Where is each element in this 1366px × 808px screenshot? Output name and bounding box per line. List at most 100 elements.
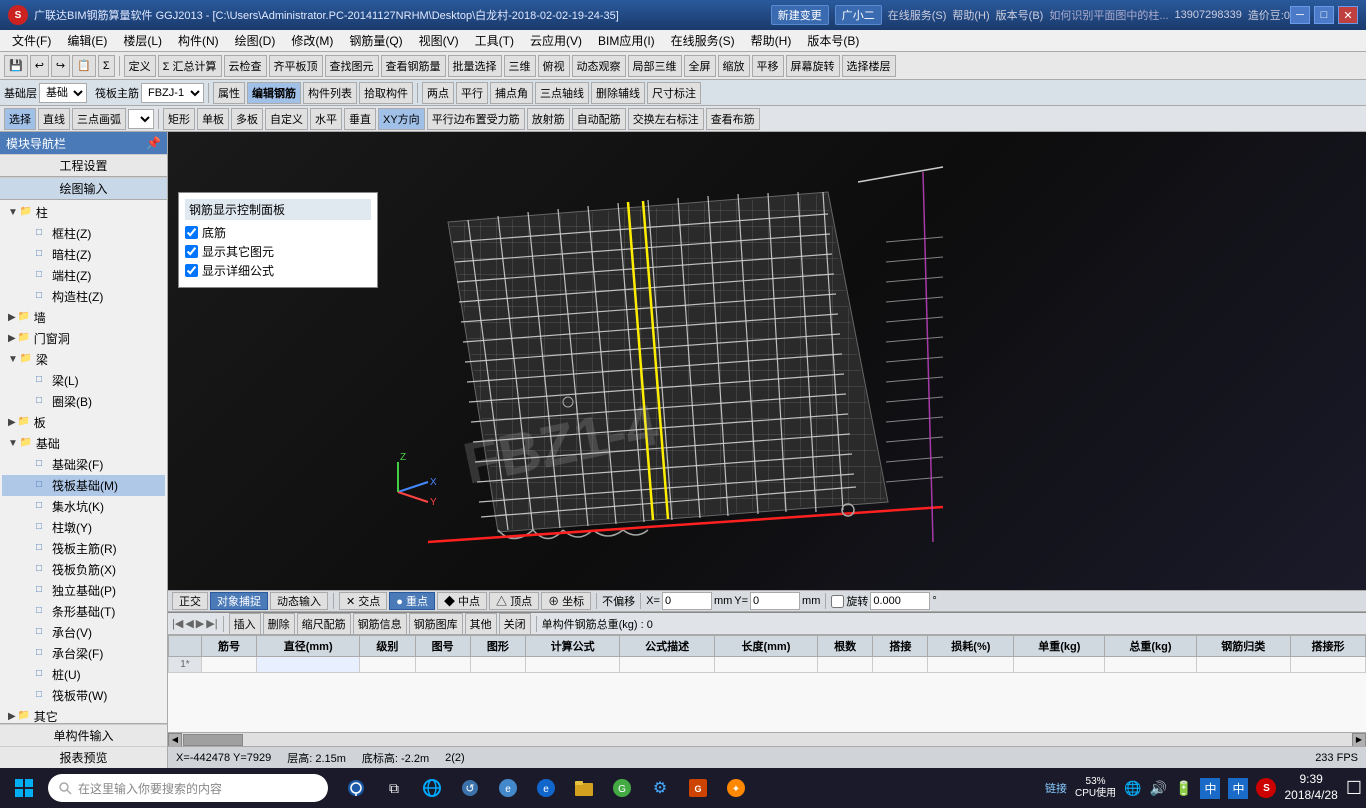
shape-btn-查看布筋[interactable]: 查看布筋 [706,108,760,130]
toolbar1-云检查[interactable]: 云检查 [224,55,267,77]
loss-cell[interactable] [928,657,1014,673]
bottom-rebar-checkbox[interactable] [185,226,198,239]
center-btn[interactable]: ◆ 中点 [437,592,487,610]
menu-item-BIM应用(I)[interactable]: BIM应用(I) [590,30,663,51]
shape-cell[interactable] [470,657,525,673]
expand-icon-door-window[interactable]: ▶ [8,333,16,344]
draw-tool-选择[interactable]: 选择 [4,108,36,130]
rotate-checkbox[interactable] [831,595,844,608]
tree-item-slab[interactable]: ▶📁板 [2,412,165,433]
menu-item-编辑(E)[interactable]: 编辑(E) [59,30,115,51]
shape-btn-自定义[interactable]: 自定义 [265,108,308,130]
other-btn[interactable]: 其他 [465,613,497,635]
category-cell[interactable] [1196,657,1290,673]
toolbar1-局部三维[interactable]: 局部三维 [628,55,682,77]
ie-btn[interactable] [416,772,448,804]
nav-prev[interactable]: ◀ [185,617,193,630]
shape-btn-矩形[interactable]: 矩形 [163,108,195,130]
tree-item-pile[interactable]: □桩(U) [2,664,165,685]
nav-next[interactable]: ▶ [196,617,204,630]
shape-btn-垂直[interactable]: 垂直 [344,108,376,130]
draw-tool-三点画弧[interactable]: 三点画弧 [72,108,126,130]
detail-formula-option[interactable]: 显示详细公式 [185,262,371,279]
recycle-btn[interactable]: ↺ [454,772,486,804]
expand-icon-beam[interactable]: ▼ [8,354,18,365]
chrome-btn[interactable]: e [492,772,524,804]
menu-item-绘图(D)[interactable]: 绘图(D) [227,30,284,51]
volume-icon[interactable]: 🔊 [1150,780,1167,797]
report-preview-btn[interactable]: 报表预览 [0,746,167,768]
diameter-cell[interactable] [257,657,360,673]
shape-btn-放射筋[interactable]: 放射筋 [527,108,570,130]
viewport[interactable]: FBZ1-4 X Y Z [168,132,1366,590]
toolbar1-屏幕旋转[interactable]: 屏幕旋转 [786,55,840,77]
tree-item-raft-main[interactable]: □筏板主筋(R) [2,538,165,559]
toolbar1-选择楼层[interactable]: 选择楼层 [842,55,896,77]
ggj-btn[interactable]: G [682,772,714,804]
network-icon[interactable]: 🌐 [1124,780,1141,797]
notification-btn[interactable]: ☐ [1346,778,1362,799]
total-wt-cell[interactable] [1105,657,1196,673]
fig-num-cell[interactable] [415,657,470,673]
close-btn[interactable]: ✕ [1338,6,1358,24]
toolbar1-三维[interactable]: 三维 [504,55,536,77]
expand-icon-foundation[interactable]: ▼ [8,438,18,449]
close-table-btn[interactable]: 关闭 [499,613,531,635]
toolbar1-查看钢筋量[interactable]: 查看钢筋量 [381,55,446,77]
scroll-track[interactable] [182,733,1352,747]
shape-btn-多板[interactable]: 多板 [231,108,263,130]
tree-item-承台[interactable]: □承台(V) [2,622,165,643]
draw-tool-直线[interactable]: 直线 [38,108,70,130]
taskbar-search[interactable]: 在这里输入你要搜索的内容 [48,774,328,802]
single-component-btn[interactable]: 单构件输入 [0,724,167,746]
tree-item-found-beam[interactable]: □基础梁(F) [2,454,165,475]
menu-item-视图(V)[interactable]: 视图(V) [411,30,467,51]
tree-item-ring-beam[interactable]: □圈梁(B) [2,391,165,412]
tree-item-struct-col[interactable]: □构造柱(Z) [2,286,165,307]
shape-btn-交换左右标注[interactable]: 交换左右标注 [628,108,704,130]
menu-item-楼层(L)[interactable]: 楼层(L) [115,30,170,51]
tree-item-raft-strip[interactable]: □筏板带(W) [2,685,165,706]
quick-btn[interactable]: 📋 [72,55,96,77]
expand-icon-slab[interactable]: ▶ [8,417,16,428]
menu-item-版本号(B)[interactable]: 版本号(B) [799,30,867,51]
menu-item-云应用(V)[interactable]: 云应用(V) [522,30,590,51]
draw-btn-捕点角[interactable]: 捕点角 [490,82,533,104]
toolbar1-全屏[interactable]: 全屏 [684,55,716,77]
other-elements-option[interactable]: 显示其它图元 [185,243,371,260]
rebar-library-btn[interactable]: 钢筋图库 [409,613,463,635]
shape-btn-XY方向[interactable]: XY方向 [378,108,425,130]
tree-item-wall[interactable]: ▶📁墙 [2,307,165,328]
splice-type-cell[interactable] [1291,657,1366,673]
expand-icon-wall[interactable]: ▶ [8,312,16,323]
cortana-btn[interactable] [340,772,372,804]
part-combo[interactable]: FBZJ-1 [141,83,204,103]
toolbar1-查找图元[interactable]: 查找图元 [325,55,379,77]
maximize-btn[interactable]: □ [1314,6,1334,24]
layer-combo[interactable]: 基础 [39,83,87,103]
online-service-link[interactable]: 在线服务(S) [888,7,947,23]
menu-item-帮助(H)[interactable]: 帮助(H) [743,30,800,51]
toolbar1-缩放[interactable]: 缩放 [718,55,750,77]
tree-item-other[interactable]: ▶📁其它 [2,706,165,723]
toolbar1-齐平板顶[interactable]: 齐平板顶 [269,55,323,77]
ortho-btn[interactable]: 正交 [172,592,208,610]
bottom-rebar-option[interactable]: 底筋 [185,224,371,241]
tree-item-ind-found[interactable]: □独立基础(P) [2,580,165,601]
system-clock[interactable]: 9:39 2018/4/28 [1284,772,1337,803]
quick-btn[interactable]: ↩ [30,55,49,77]
nav-first[interactable]: |◀ [172,617,183,630]
menu-item-钢筋量(Q)[interactable]: 钢筋量(Q) [341,30,410,51]
quick-btn[interactable]: 💾 [4,55,28,77]
dynamic-input-btn[interactable]: 动态输入 [270,592,328,610]
ie2-btn[interactable]: e [530,772,562,804]
project-settings-btn[interactable]: 工程设置 [0,154,167,176]
tree-item-beam[interactable]: ▼📁梁 [2,349,165,370]
level-cell[interactable] [360,657,415,673]
tree-item-strip-found[interactable]: □条形基础(T) [2,601,165,622]
vertex-btn[interactable]: △ 顶点 [489,592,539,610]
minimize-btn[interactable]: ─ [1290,6,1310,24]
settings-btn[interactable]: ⚙ [644,772,676,804]
layer-btn-编辑钢筋[interactable]: 编辑钢筋 [247,82,301,104]
layer-btn-属性[interactable]: 属性 [213,82,245,104]
